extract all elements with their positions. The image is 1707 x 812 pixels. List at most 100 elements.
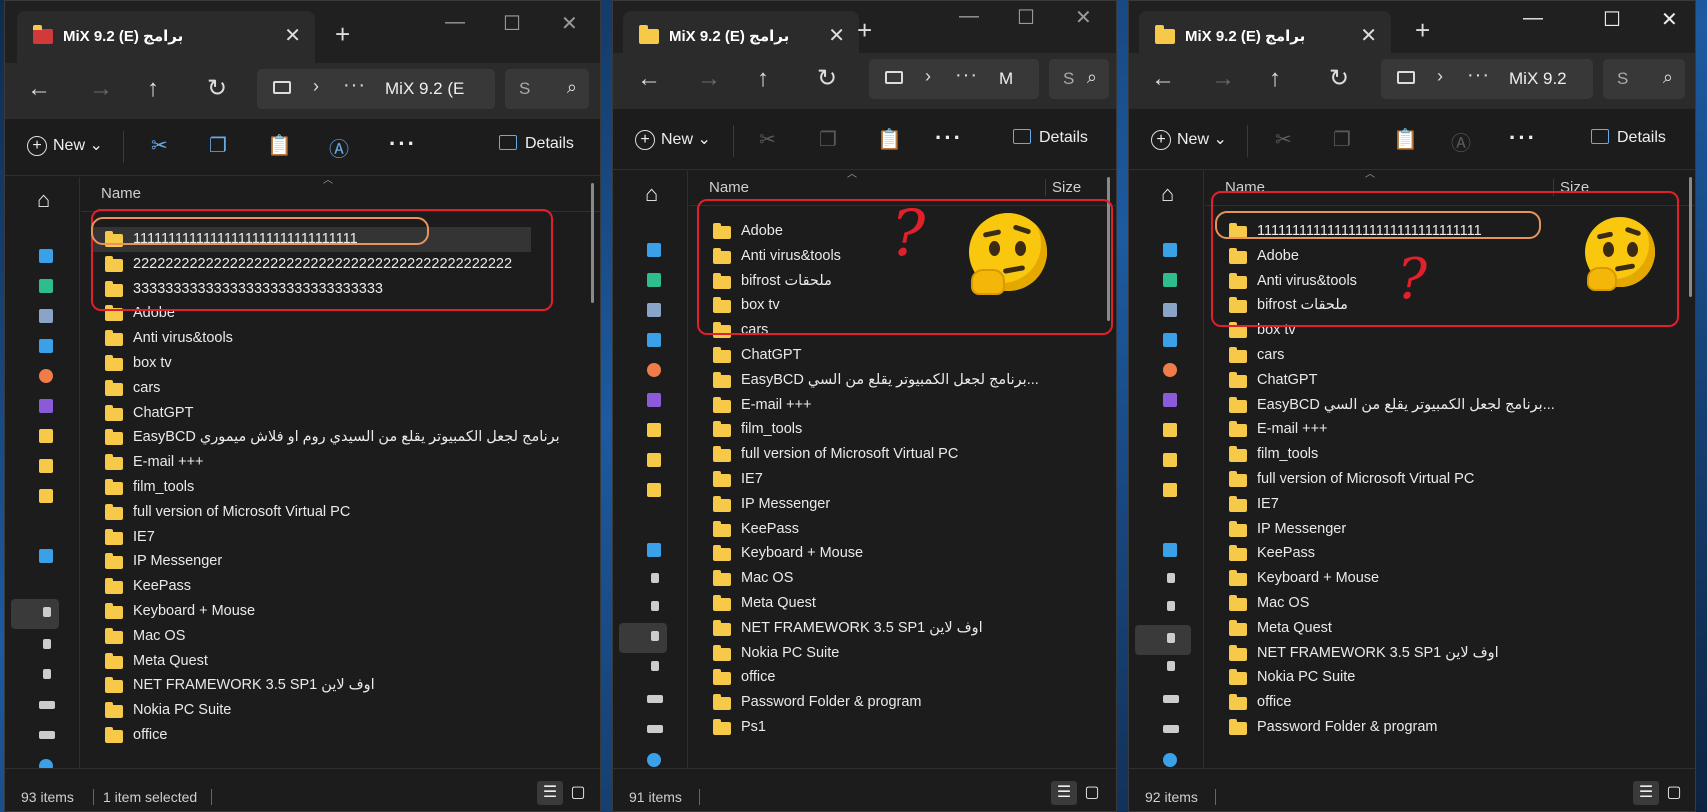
details-view-button[interactable]: ☰ (1051, 781, 1077, 805)
address-bar[interactable]: › ··· MiX 9.2 (E (257, 69, 495, 109)
tab[interactable]: MiX 9.2 (E) برامج ✕ (17, 11, 315, 63)
folder-row[interactable]: Password Folder & program (699, 690, 1051, 715)
folder-row[interactable]: full version of Microsoft Virtual PC (91, 500, 531, 525)
paste-icon[interactable]: 📋 (1393, 127, 1418, 152)
folder-icon[interactable] (1163, 453, 1177, 467)
folder-row[interactable]: office (1215, 690, 1515, 715)
more-options-button[interactable]: ··· (1509, 125, 1537, 151)
forward-button[interactable]: → (697, 65, 721, 93)
close-window-button[interactable]: ✕ (1661, 7, 1678, 32)
close-tab-icon[interactable]: ✕ (1360, 23, 1377, 48)
details-button[interactable]: Details (1591, 129, 1666, 147)
home-icon[interactable]: ⌂ (645, 181, 658, 207)
maximize-button[interactable]: ☐ (1603, 7, 1621, 32)
details-view-button[interactable]: ☰ (537, 781, 563, 805)
new-tab-button[interactable]: + (1415, 17, 1430, 43)
new-button[interactable]: + New ⌄ (635, 129, 711, 150)
desktop-icon[interactable] (1163, 243, 1177, 257)
music-icon[interactable] (1163, 363, 1177, 377)
folder-row[interactable]: Nokia PC Suite (699, 641, 1051, 666)
folder-row[interactable]: Meta Quest (1215, 616, 1515, 641)
tiles-view-button[interactable]: ▢ (1079, 781, 1105, 805)
this-pc-icon[interactable] (647, 543, 661, 557)
search-box[interactable]: S ⌕ (1049, 59, 1109, 99)
minimize-button[interactable]: — (959, 5, 979, 28)
folder-row[interactable]: ChatGPT (699, 343, 1051, 368)
folder-row[interactable]: Mac OS (91, 624, 531, 649)
details-view-button[interactable]: ☰ (1633, 781, 1659, 805)
folder-row[interactable]: IE7 (699, 467, 1051, 492)
paste-icon[interactable]: 📋 (267, 133, 292, 158)
minimize-button[interactable]: — (445, 11, 465, 34)
folder-row[interactable]: E-mail +++ (91, 450, 531, 475)
column-name[interactable]: Name (709, 179, 749, 196)
folder-row[interactable]: EasyBCD برنامج لجعل الكمبيوتر يقلع من ال… (1215, 393, 1555, 418)
drive-icon[interactable] (651, 631, 659, 641)
this-pc-icon[interactable] (1163, 543, 1177, 557)
folder-row[interactable]: Mac OS (699, 566, 1051, 591)
folder-row[interactable]: E-mail +++ (1215, 417, 1515, 442)
folder-row[interactable]: box tv (91, 351, 531, 376)
drive-icon[interactable] (1167, 661, 1175, 671)
folder-row[interactable]: Meta Quest (91, 649, 531, 674)
breadcrumb-overflow[interactable]: ··· (343, 74, 366, 97)
up-button[interactable]: ↑ (147, 75, 159, 103)
folder-row[interactable]: NET FRAMEWORK 3.5 SP1 اوف لاين (1215, 641, 1515, 666)
new-tab-button[interactable]: + (857, 17, 872, 43)
folder-row[interactable]: film_tools (91, 475, 531, 500)
documents-icon[interactable] (39, 309, 53, 323)
drive-icon[interactable] (43, 607, 51, 617)
folder-icon[interactable] (1163, 483, 1177, 497)
videos-icon[interactable] (647, 393, 661, 407)
cut-icon[interactable]: ✂ (759, 127, 776, 152)
drive-icon[interactable] (1167, 633, 1175, 643)
folder-row[interactable]: ChatGPT (91, 401, 531, 426)
tiles-view-button[interactable]: ▢ (565, 781, 591, 805)
folder-row[interactable]: IE7 (1215, 492, 1515, 517)
drive-icon[interactable] (1163, 695, 1179, 703)
tiles-view-button[interactable]: ▢ (1661, 781, 1687, 805)
back-button[interactable]: ← (637, 65, 661, 93)
back-button[interactable]: ← (27, 75, 51, 103)
new-tab-button[interactable]: + (335, 21, 350, 47)
folder-row[interactable]: Ps1 (699, 715, 1051, 740)
folder-row[interactable]: film_tools (1215, 442, 1515, 467)
new-button[interactable]: + New ⌄ (1151, 129, 1227, 150)
music-icon[interactable] (647, 363, 661, 377)
new-button[interactable]: + New ⌄ (27, 135, 103, 156)
rename-icon[interactable]: Ⓐ (329, 133, 349, 162)
desktop-icon[interactable] (647, 243, 661, 257)
folder-row[interactable]: office (699, 665, 1051, 690)
drive-icon[interactable] (43, 669, 51, 679)
drive-icon[interactable] (39, 731, 55, 739)
drive-icon[interactable] (1167, 573, 1175, 583)
this-pc-icon[interactable] (39, 549, 53, 563)
drive-icon[interactable] (43, 639, 51, 649)
downloads-icon[interactable] (39, 279, 53, 293)
drive-icon[interactable] (651, 573, 659, 583)
folder-row[interactable]: Keyboard + Mouse (91, 599, 531, 624)
folder-row[interactable]: Meta Quest (699, 591, 1051, 616)
folder-row[interactable]: IP Messenger (1215, 517, 1515, 542)
folder-row[interactable]: IE7 (91, 525, 531, 550)
folder-row[interactable]: cars (91, 376, 531, 401)
folder-row[interactable]: Password Folder & program (1215, 715, 1515, 740)
more-options-button[interactable]: ··· (935, 125, 963, 151)
folder-row[interactable]: film_tools (699, 417, 1051, 442)
folder-icon[interactable] (647, 483, 661, 497)
more-options-button[interactable]: ··· (389, 131, 417, 157)
cut-icon[interactable]: ✂ (151, 133, 168, 158)
address-bar[interactable]: › ··· M (869, 59, 1039, 99)
folder-row[interactable]: office (91, 723, 531, 748)
folder-row[interactable]: KeePass (91, 574, 531, 599)
videos-icon[interactable] (39, 399, 53, 413)
pictures-icon[interactable] (1163, 333, 1177, 347)
copy-icon[interactable]: ❐ (819, 127, 837, 152)
documents-icon[interactable] (1163, 303, 1177, 317)
forward-button[interactable]: → (89, 75, 113, 103)
folder-row[interactable]: IP Messenger (699, 492, 1051, 517)
drive-icon[interactable] (39, 701, 55, 709)
folder-row[interactable]: EasyBCD برنامج لجعل الكمبيوتر يقلع من ال… (91, 425, 560, 450)
close-tab-icon[interactable]: ✕ (828, 23, 845, 48)
breadcrumb-overflow[interactable]: ··· (1467, 64, 1490, 87)
